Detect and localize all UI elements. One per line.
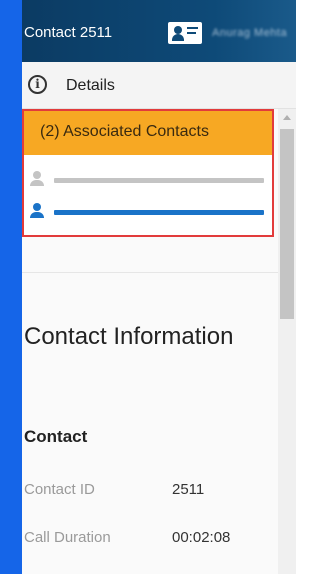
contact-name-placeholder: [54, 178, 264, 183]
associated-contact-item-2[interactable]: [28, 201, 272, 219]
section-title: Contact Information: [24, 323, 234, 350]
field-value-call-duration: 00:02:08: [172, 529, 231, 546]
contact-title: Contact 2511: [24, 24, 113, 41]
left-accent-strip: [0, 0, 22, 574]
vertical-scrollbar[interactable]: [278, 109, 296, 574]
details-tab[interactable]: i Details: [22, 62, 296, 109]
subsection-title: Contact: [24, 427, 88, 446]
details-label: Details: [66, 77, 115, 94]
field-label-contact-id: Contact ID: [24, 481, 95, 498]
associated-contacts-header[interactable]: (2) Associated Contacts: [24, 111, 272, 155]
field-value-contact-id: 2511: [172, 481, 205, 498]
divider: [22, 272, 278, 273]
person-icon: [30, 171, 44, 186]
details-panel: (2) Associated Contacts Contact Informat…: [22, 109, 278, 574]
field-label-call-duration: Call Duration: [24, 529, 111, 546]
app-header: Contact 2511 Anurag Mehta: [22, 0, 296, 62]
person-icon: [30, 203, 44, 218]
contact-name-placeholder: [54, 210, 264, 215]
scroll-up-icon[interactable]: [283, 115, 291, 120]
info-icon: i: [28, 75, 47, 94]
contact-card-icon[interactable]: [168, 22, 202, 44]
scroll-thumb[interactable]: [280, 129, 294, 319]
associated-contacts-panel: (2) Associated Contacts: [22, 109, 274, 237]
associated-contacts-label: (2) Associated Contacts: [40, 123, 209, 140]
associated-contact-item-1[interactable]: [28, 169, 272, 187]
user-name: Anurag Mehta: [212, 27, 288, 39]
